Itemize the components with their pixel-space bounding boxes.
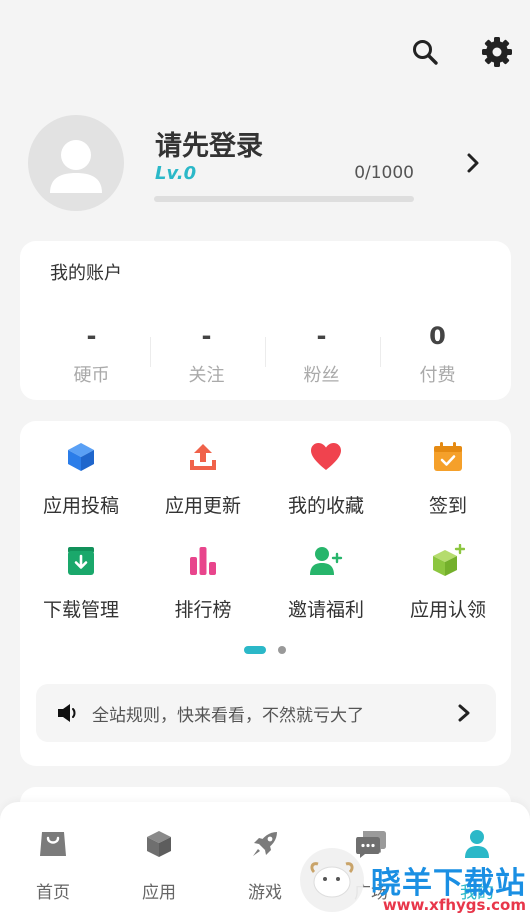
- avatar[interactable]: [28, 115, 124, 211]
- tab-apps[interactable]: 应用: [106, 826, 212, 903]
- rocket-icon: [253, 832, 277, 856]
- feature-label: 应用更新: [164, 495, 241, 517]
- feature-claim-app[interactable]: 应用认领: [387, 541, 509, 622]
- stat-label: 粉丝: [303, 365, 340, 386]
- default-avatar-icon: [50, 140, 102, 193]
- stat-coins[interactable]: - 硬币: [34, 319, 149, 387]
- feature-submit-app[interactable]: 应用投稿: [20, 437, 142, 518]
- speaker-icon: [58, 704, 76, 722]
- stat-value: 0: [429, 322, 446, 350]
- account-title: 我的账户: [50, 263, 122, 284]
- feature-update-app[interactable]: 应用更新: [142, 437, 264, 518]
- stat-value: -: [201, 322, 212, 350]
- feature-invite[interactable]: 邀请福利: [265, 541, 387, 622]
- tab-label: 应用: [142, 883, 176, 903]
- gear-icon: [482, 37, 512, 67]
- feature-label: 下载管理: [42, 599, 119, 621]
- login-prompt[interactable]: 请先登录: [155, 124, 263, 163]
- bar-chart-icon: [190, 547, 216, 575]
- calendar-check-icon: [434, 442, 462, 471]
- xp-progress-bar: [154, 196, 414, 202]
- chevron-right-icon: [458, 704, 470, 722]
- watermark-logo: [300, 848, 364, 912]
- tab-home[interactable]: 首页: [0, 826, 106, 903]
- stat-label: 付费: [419, 365, 456, 386]
- notice-text: 全站规则，快来看看，不然就亏大了: [92, 705, 364, 726]
- settings-button[interactable]: [477, 32, 517, 72]
- bag-icon: [40, 832, 66, 856]
- pager-dot-active[interactable]: [244, 646, 266, 654]
- stat-label: 硬币: [73, 365, 110, 386]
- add-user-icon: [310, 547, 343, 575]
- feature-label: 排行榜: [174, 599, 232, 621]
- stat-paid[interactable]: 0 付费: [380, 319, 495, 387]
- download-box-icon: [68, 547, 94, 575]
- feature-label: 签到: [428, 495, 467, 517]
- stat-following[interactable]: - 关注: [149, 319, 264, 387]
- feature-downloads[interactable]: 下载管理: [20, 541, 142, 622]
- tab-label: 首页: [36, 883, 70, 903]
- search-button[interactable]: [405, 32, 445, 72]
- feature-label: 邀请福利: [287, 599, 364, 621]
- watermark-url: www.xfhygs.com: [382, 896, 526, 914]
- feature-label: 我的收藏: [287, 495, 364, 517]
- sheep-logo-icon: [310, 862, 354, 898]
- feature-label: 应用投稿: [42, 495, 119, 517]
- notice-bar[interactable]: 全站规则，快来看看，不然就亏大了: [36, 684, 496, 742]
- search-icon: [413, 40, 438, 65]
- profile-arrow-button[interactable]: [462, 150, 484, 180]
- pager-dot[interactable]: [278, 646, 286, 654]
- stat-label: 关注: [188, 365, 225, 386]
- stat-value: -: [86, 322, 97, 350]
- feature-favorites[interactable]: 我的收藏: [265, 437, 387, 518]
- stat-value: -: [316, 322, 327, 350]
- xp-text: 0/1000: [354, 163, 414, 183]
- stat-fans[interactable]: - 粉丝: [264, 319, 379, 387]
- chevron-right-icon: [467, 153, 479, 173]
- feature-ranking[interactable]: 排行榜: [142, 541, 264, 622]
- user-icon: [465, 830, 489, 858]
- heart-icon: [311, 443, 341, 470]
- level-badge: Lv.0: [155, 163, 197, 184]
- cube-icon: [68, 443, 94, 471]
- cube-plus-icon: [433, 544, 465, 576]
- box-icon: [147, 831, 171, 857]
- upload-icon: [190, 444, 216, 470]
- feature-checkin[interactable]: 签到: [387, 437, 509, 518]
- feature-label: 应用认领: [409, 599, 486, 621]
